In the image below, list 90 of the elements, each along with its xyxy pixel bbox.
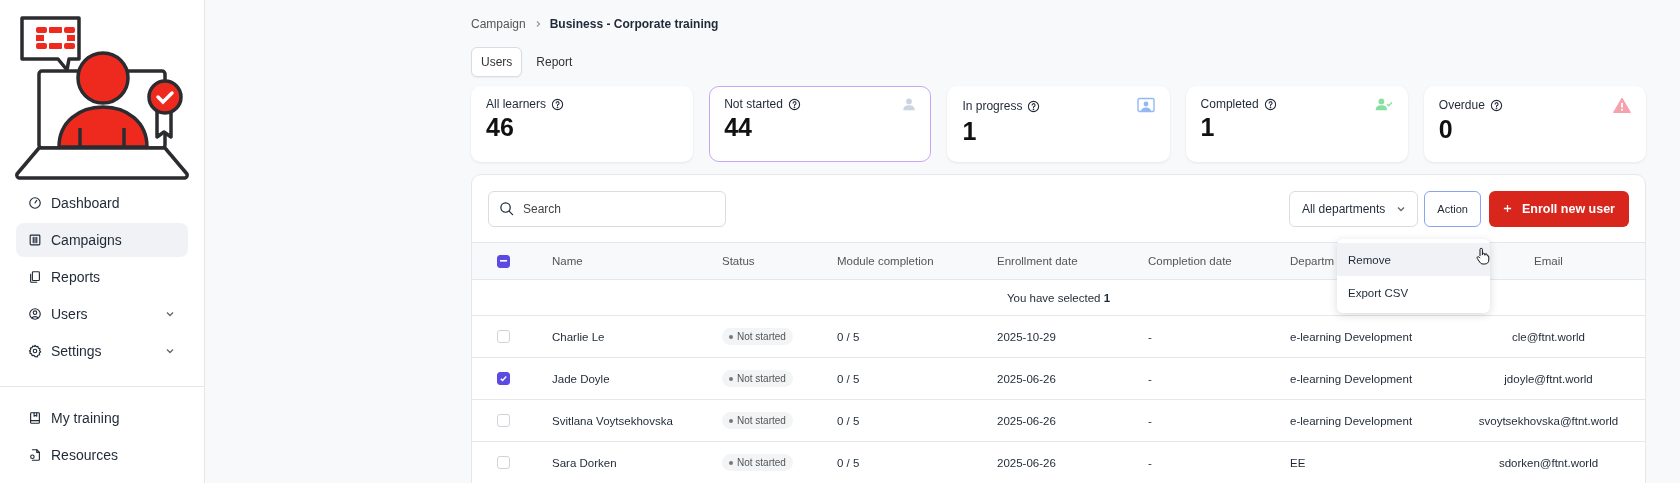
table-cell: jdoyle@ftnt.world [1504, 372, 1593, 385]
plus-icon [1502, 204, 1512, 213]
status-badge: Not started [722, 454, 793, 471]
table-cell-text: EE [1290, 456, 1307, 469]
help-icon [1489, 98, 1503, 112]
gear-icon [28, 344, 42, 358]
stat-value: 0 [1438, 115, 1454, 144]
check-icon [498, 374, 508, 383]
table-cell: sdorken@ftnt.world [1498, 456, 1599, 469]
tab[interactable]: Report [526, 47, 583, 77]
column-header: Enrollment date [997, 255, 1078, 267]
table-cell-text: 0 / 5 [837, 330, 861, 343]
search-field[interactable]: Search [488, 190, 726, 227]
nav-item[interactable]: Reports [16, 260, 188, 294]
columns-icon [28, 233, 42, 247]
table-cell-text: - [1148, 330, 1153, 343]
table-cell-text: - [1148, 456, 1153, 469]
table-cell-text: 2025-06-26 [997, 372, 1057, 385]
column-header: Departm [1290, 255, 1335, 267]
stat-value: 44 [724, 113, 753, 142]
table-cell-text: - [1148, 372, 1153, 385]
help-icon [1263, 97, 1277, 111]
column-header: Status [722, 255, 755, 267]
column-header: Email [1534, 255, 1563, 267]
nav-item[interactable]: Users [16, 297, 188, 331]
menu-item[interactable]: Export CSV [1337, 276, 1490, 309]
table-cell-text: - [1148, 414, 1153, 427]
table-cell-text: Sara Dorken [552, 456, 618, 469]
table-cell-text: 0 / 5 [837, 414, 861, 427]
stat-card[interactable]: Completed 1 [1185, 86, 1408, 162]
table-cell-text: 2025-06-26 [997, 456, 1057, 469]
stat-label: In progress [962, 99, 1023, 113]
enroll-button[interactable]: Enroll new user [1488, 190, 1629, 227]
table-cell-text: Charlie Le [552, 330, 606, 343]
select-all-checkbox[interactable] [496, 254, 510, 268]
breadcrumb-item: Business - Corporate training [549, 17, 719, 31]
table-cell: cle@ftnt.world [1511, 330, 1585, 343]
stat-label: All learners [486, 97, 547, 111]
tab[interactable]: Users [471, 47, 523, 77]
row-checkbox[interactable] [496, 372, 510, 385]
person-check-icon [1374, 97, 1393, 111]
stat-value: 46 [486, 113, 515, 142]
table-cell-text: 0 / 5 [837, 372, 861, 385]
column-header: Name [552, 255, 583, 267]
table-cell-text: Jade Doyle [552, 372, 611, 385]
breadcrumb-item[interactable]: Campaign [471, 17, 526, 31]
department-dropdown[interactable]: All departments [1288, 190, 1419, 227]
stat-card[interactable]: In progress 1 [947, 86, 1170, 162]
table-cell-text: 0 / 5 [837, 456, 861, 469]
table-cell-text: e-learning Development [1290, 372, 1414, 385]
book-icon [28, 411, 42, 425]
menu-item[interactable]: Remove [1337, 243, 1490, 276]
nav-item[interactable]: Campaigns [16, 223, 188, 257]
stat-label: Completed [1200, 97, 1259, 111]
status-badge: Not started [722, 412, 793, 429]
stat-card[interactable]: Not started 44 [709, 86, 932, 162]
nav-item[interactable]: Settings [16, 334, 188, 368]
stat-card[interactable]: All learners 46 [471, 86, 694, 162]
table-cell-text: e-learning Development [1290, 414, 1414, 427]
help-icon [787, 97, 801, 111]
table-cell-text: 2025-10-29 [997, 330, 1057, 343]
stat-value: 1 [1200, 113, 1216, 142]
stat-value: 1 [962, 117, 978, 146]
stat-label: Overdue [1438, 98, 1485, 112]
table-cell-text: Svitlana Voytsekhovska [552, 414, 674, 427]
user-circle-icon [28, 307, 42, 321]
nav-item[interactable]: My training [16, 401, 188, 435]
stat-card[interactable]: Overdue 0 [1423, 86, 1646, 162]
table-cell-text: e-learning Development [1290, 330, 1414, 343]
gauge-icon [28, 196, 42, 210]
action-button[interactable]: Action [1424, 190, 1481, 227]
help-icon [551, 97, 565, 111]
stat-label: Not started [724, 97, 783, 111]
help-icon [1027, 99, 1041, 113]
status-badge: Not started [722, 328, 793, 345]
nav-item[interactable]: Dashboard [16, 186, 188, 220]
person-icon [902, 97, 917, 111]
column-header: Completion date [1148, 255, 1232, 267]
nav-item[interactable]: Resources [16, 438, 188, 472]
file-icon [28, 448, 42, 462]
documents-icon [28, 270, 42, 284]
column-header: Module completion [837, 255, 934, 267]
presentation-icon [1136, 97, 1155, 115]
table-cell-text: 2025-06-26 [997, 414, 1057, 427]
table-cell: svoytsekhovska@ftnt.world [1478, 414, 1619, 427]
dash-icon [499, 260, 507, 262]
selection-note: You have selected 1 [1006, 291, 1111, 304]
status-badge: Not started [722, 370, 793, 387]
warning-icon [1613, 97, 1631, 113]
hand-cursor-icon [1476, 247, 1490, 265]
